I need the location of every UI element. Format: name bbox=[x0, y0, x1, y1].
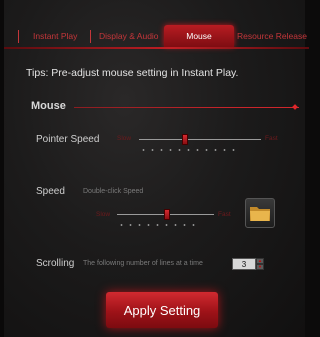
pointer-fast-label: Fast bbox=[265, 135, 278, 142]
pointer-slow-label: Slow bbox=[117, 135, 132, 142]
speed-fast-label: Fast bbox=[218, 211, 231, 218]
mouse-settings-panel: Instant Play Display & Audio Mouse Resou… bbox=[0, 0, 309, 337]
apply-setting-button[interactable]: Apply Setting bbox=[106, 292, 218, 328]
tab-bar: Instant Play Display & Audio Mouse Resou… bbox=[4, 25, 309, 47]
tab-separator bbox=[18, 30, 19, 43]
pointer-speed-label: Pointer Speed bbox=[36, 134, 100, 145]
scrolling-label: Scrolling bbox=[36, 258, 75, 269]
double-click-speed-label: Double-click Speed bbox=[83, 188, 144, 195]
divider-diamond-icon bbox=[292, 104, 298, 110]
tab-resource-release[interactable]: Resource Release bbox=[237, 25, 307, 47]
section-title: Mouse bbox=[31, 100, 66, 112]
folder-button[interactable] bbox=[245, 198, 275, 228]
double-click-speed-ticks bbox=[117, 224, 201, 226]
tips-text: Tips: Pre-adjust mouse setting in Instan… bbox=[26, 67, 239, 79]
tab-mouse[interactable]: Mouse bbox=[164, 25, 234, 47]
scroll-lines-input[interactable]: 3 bbox=[232, 258, 256, 270]
scroll-down-button[interactable]: ▼ bbox=[256, 264, 264, 270]
double-click-speed-thumb[interactable] bbox=[164, 209, 171, 220]
speed-label: Speed bbox=[36, 186, 65, 197]
scroll-lines-description: The following number of lines at a time bbox=[83, 260, 203, 267]
tab-display-audio[interactable]: Display & Audio bbox=[99, 25, 159, 47]
tab-separator bbox=[90, 30, 91, 43]
tab-underline bbox=[4, 47, 309, 49]
pointer-speed-thumb[interactable] bbox=[181, 134, 188, 145]
section-divider bbox=[74, 107, 299, 108]
tab-instant-play[interactable]: Instant Play bbox=[33, 25, 77, 47]
speed-slow-label: Slow bbox=[96, 211, 111, 218]
folder-icon bbox=[250, 207, 270, 221]
pointer-speed-ticks bbox=[139, 149, 235, 151]
pointer-speed-track[interactable] bbox=[139, 139, 261, 140]
